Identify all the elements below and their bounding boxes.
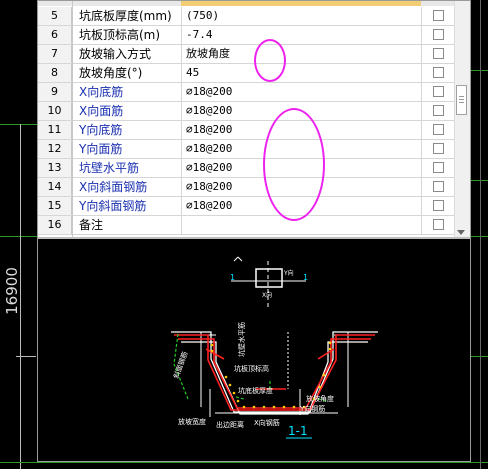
row-checkbox[interactable]: [433, 181, 444, 192]
x-axis-label: X向: [262, 291, 272, 299]
annotation-ellipse-small: [254, 39, 286, 82]
param-name: 坑底板厚度(mm): [79, 9, 172, 23]
slope-angle-label: 放坡角度: [306, 394, 334, 403]
checkbox-cell: [421, 216, 454, 234]
scrollbar-thumb[interactable]: [456, 85, 467, 115]
checkbox-cell: [421, 83, 454, 101]
checkbox-cell: [421, 64, 454, 82]
vertical-scrollbar[interactable]: [454, 1, 468, 237]
cad-gridline: [0, 124, 37, 125]
row-checkbox[interactable]: [433, 105, 444, 116]
y-bar-label: Y向钢筋: [299, 404, 325, 413]
section-diagram: 1 1 X向 Y向 坑壁水平筋 坑板顶标高 斜面钢筋 坑底板厚度 放坡角度 Y向…: [171, 256, 378, 439]
cad-gridline: [16, 356, 36, 357]
row-checkbox[interactable]: [433, 10, 444, 21]
param-value[interactable]: (750): [181, 7, 421, 25]
row-number: 5: [38, 7, 72, 25]
row-checkbox[interactable]: [433, 162, 444, 173]
checkbox-cell: [421, 121, 454, 139]
param-name: 放坡输入方式: [79, 47, 152, 61]
row-number: 6: [38, 26, 72, 44]
row-number: 12: [38, 140, 72, 158]
param-name: Y向底筋: [79, 123, 123, 137]
cad-gridline: [480, 0, 481, 469]
checkbox-cell: [421, 140, 454, 158]
row-number: 10: [38, 102, 72, 120]
checkbox-cell: [421, 197, 454, 215]
param-name: 备注: [79, 218, 104, 232]
param-row[interactable]: 14 X向斜面钢筋 ⌀18@200: [38, 178, 454, 197]
param-name: X向面筋: [79, 104, 124, 118]
section-title: 1-1: [288, 424, 308, 438]
parameter-dialog: 5 坑底板厚度(mm) (750) 6 坑板顶标高(m) -7.4 7 放坡输入方式 放坡角度 8…: [37, 0, 471, 462]
param-name: Y向斜面钢筋: [79, 199, 147, 213]
row-checkbox[interactable]: [433, 143, 444, 154]
param-row[interactable]: 5 坑底板厚度(mm) (750): [38, 7, 454, 26]
row-checkbox[interactable]: [433, 29, 444, 40]
plan-mark-right: 1: [303, 273, 308, 282]
row-number: 15: [38, 197, 72, 215]
param-row[interactable]: 13 坑壁水平筋 ⌀18@200: [38, 159, 454, 178]
param-row[interactable]: 7 放坡输入方式 放坡角度: [38, 45, 454, 64]
edge-dist-label: 出边距离: [216, 420, 244, 429]
y-axis-label: Y向: [283, 269, 294, 277]
param-row[interactable]: 11 Y向底筋 ⌀18@200: [38, 121, 454, 140]
param-row[interactable]: 9 X向底筋 ⌀18@200: [38, 83, 454, 102]
param-value[interactable]: 放坡角度: [181, 45, 421, 63]
row-number: 11: [38, 121, 72, 139]
param-name: X向底筋: [79, 85, 124, 99]
param-row[interactable]: 10 X向面筋 ⌀18@200: [38, 102, 454, 121]
param-row[interactable]: 15 Y向斜面钢筋 ⌀18@200: [38, 197, 454, 216]
param-row[interactable]: 8 放坡角度(°) 45: [38, 64, 454, 83]
row-checkbox[interactable]: [433, 86, 444, 97]
param-row[interactable]: 16 备注: [38, 216, 454, 235]
bottom-thick-label: 坑底板厚度: [238, 386, 273, 395]
row-number: 9: [38, 83, 72, 101]
param-row[interactable]: 12 Y向面筋 ⌀18@200: [38, 140, 454, 159]
wall-bar-label: 坑壁水平筋: [237, 322, 246, 357]
row-checkbox[interactable]: [433, 67, 444, 78]
row-number: 7: [38, 45, 72, 63]
param-value[interactable]: 45: [181, 64, 421, 82]
slope-width-label: 放坡宽度: [178, 417, 206, 426]
checkbox-cell: [421, 159, 454, 177]
dimension-label: 16900: [2, 267, 21, 315]
section-preview: 1 1 X向 Y向 坑壁水平筋 坑板顶标高 斜面钢筋 坑底板厚度 放坡角度 Y向…: [38, 237, 470, 461]
checkbox-cell: [421, 102, 454, 120]
plan-mark-left: 1: [230, 273, 235, 282]
scroll-down-icon[interactable]: [457, 230, 465, 235]
value-column-header[interactable]: [181, 1, 421, 6]
x-bar-label: X向钢筋: [254, 418, 280, 427]
row-number: 13: [38, 159, 72, 177]
grid-header: [38, 1, 468, 6]
row-checkbox[interactable]: [433, 124, 444, 135]
cad-gridline: [0, 462, 488, 463]
row-number: 14: [38, 178, 72, 196]
param-name: X向斜面钢筋: [79, 180, 148, 194]
param-value[interactable]: ⌀18@200: [181, 83, 421, 101]
cad-gridline: [0, 236, 37, 237]
param-name: 放坡角度(°): [79, 66, 143, 80]
checkbox-cell: [421, 26, 454, 44]
row-checkbox[interactable]: [433, 200, 444, 211]
param-value[interactable]: -7.4: [181, 26, 421, 44]
top-elev-label: 坑板顶标高: [234, 364, 269, 373]
checkbox-cell: [421, 178, 454, 196]
param-name: 坑板顶标高(m): [79, 28, 161, 42]
row-checkbox[interactable]: [433, 219, 444, 230]
param-name: Y向面筋: [79, 142, 123, 156]
row-number: 8: [38, 64, 72, 82]
grid-column-divider: [72, 1, 73, 237]
row-number: 16: [38, 216, 72, 234]
checkbox-cell: [421, 45, 454, 63]
parameter-grid: 5 坑底板厚度(mm) (750) 6 坑板顶标高(m) -7.4 7 放坡输入方式 放坡角度 8…: [38, 1, 468, 237]
param-name: 坑壁水平筋: [79, 161, 140, 175]
annotation-ellipse-large: [263, 108, 325, 221]
param-row[interactable]: 6 坑板顶标高(m) -7.4: [38, 26, 454, 45]
row-checkbox[interactable]: [433, 48, 444, 59]
checkbox-cell: [421, 7, 454, 25]
